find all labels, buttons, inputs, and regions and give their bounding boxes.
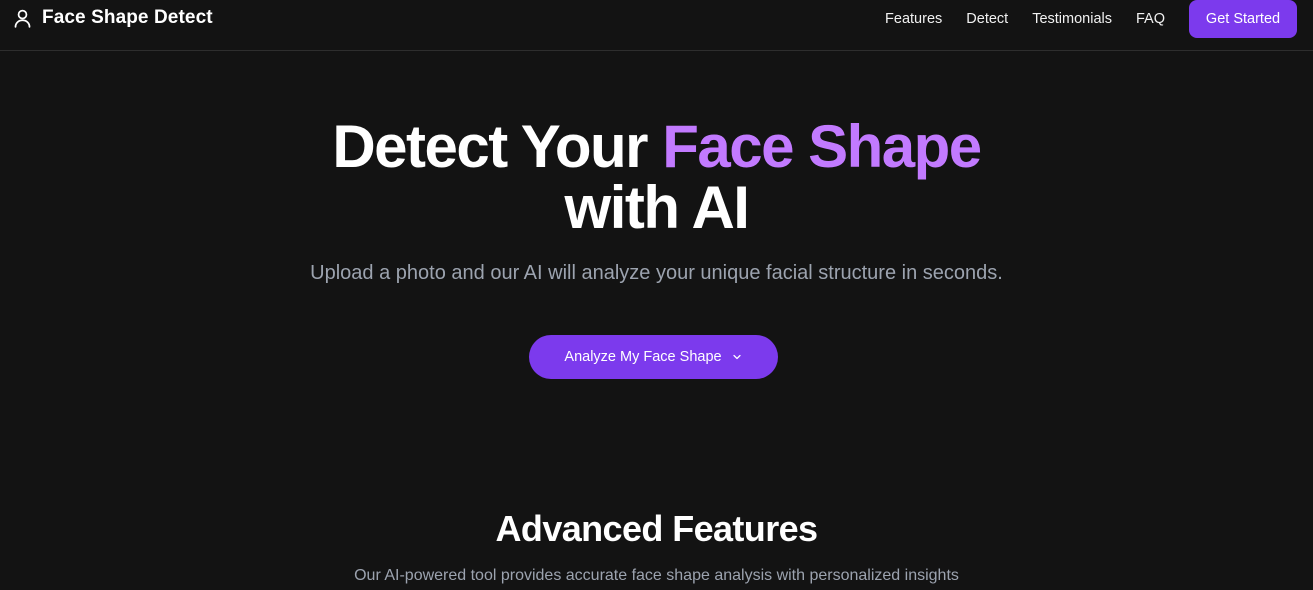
hero-title-highlight: Face Shape: [662, 113, 982, 180]
landing-page: Face Shape Detect Features Detect Testim…: [0, 0, 1313, 590]
brand-name: Face Shape Detect: [42, 7, 213, 28]
nav-link-detect[interactable]: Detect: [966, 11, 1008, 27]
get-started-button[interactable]: Get Started: [1189, 0, 1297, 38]
user-icon: [14, 9, 31, 28]
hero-subtitle: Upload a photo and our AI will analyze y…: [310, 262, 1003, 284]
nav-link-features[interactable]: Features: [885, 11, 942, 27]
features-subtitle: Our AI-powered tool provides accurate fa…: [354, 567, 959, 584]
main-nav: Features Detect Testimonials FAQ Get Sta…: [885, 0, 1297, 38]
nav-link-testimonials[interactable]: Testimonials: [1032, 11, 1112, 27]
features-heading: Advanced Features: [495, 508, 819, 549]
hero-title: Detect Your Face Shape: [0, 117, 1313, 177]
analyze-button-label: Analyze My Face Shape: [564, 349, 722, 365]
hero-title-line2: with AI: [564, 174, 750, 241]
hero-title-text: Detect Your: [332, 113, 663, 180]
nav-link-faq[interactable]: FAQ: [1136, 11, 1165, 27]
brand-logo[interactable]: Face Shape Detect: [12, 6, 213, 30]
analyze-face-shape-button[interactable]: Analyze My Face Shape: [529, 335, 778, 379]
top-nav-bar: Face Shape Detect Features Detect Testim…: [0, 0, 1313, 51]
chevron-down-icon: [732, 354, 741, 360]
